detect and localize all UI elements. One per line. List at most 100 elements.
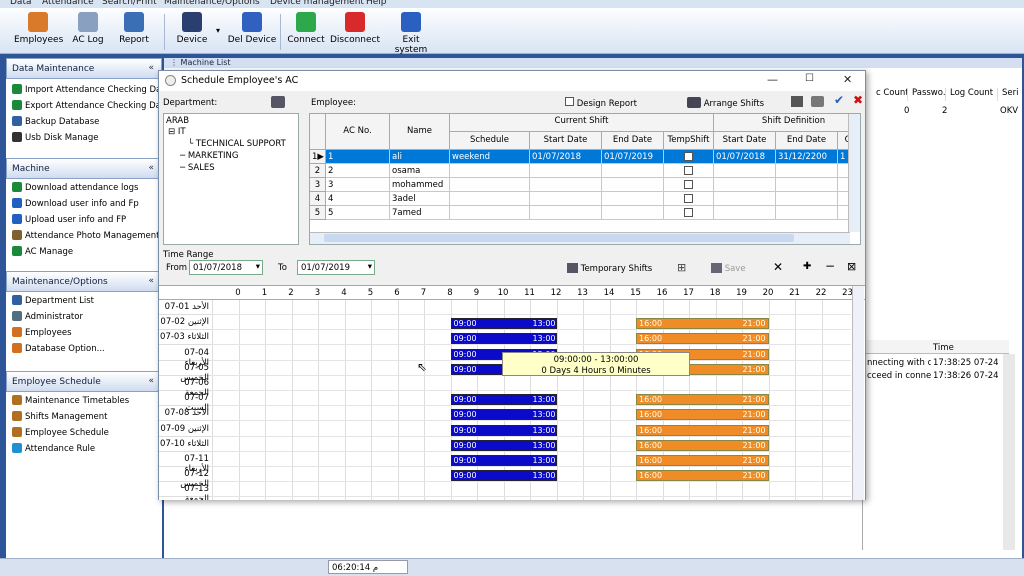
column-header[interactable]: End Date [776, 132, 838, 150]
log-list[interactable]: Timennecting with dev17:38:25 07-24cceed… [862, 340, 1018, 550]
shift-block-evening[interactable]: 16:00 21:00 [636, 394, 769, 406]
menu-device-management[interactable]: Device management [270, 0, 364, 7]
temp-shift-checkbox[interactable] [684, 208, 693, 217]
maximize-button[interactable]: ☐ [805, 73, 814, 84]
column-header[interactable]: End Date [602, 132, 664, 150]
column-header[interactable]: Start Date [530, 132, 602, 150]
tree-node-sales[interactable]: ─ SALES [180, 163, 215, 173]
section-machine[interactable]: Machine « [6, 158, 162, 179]
tab-machine-list[interactable]: ⋮ Machine List [164, 58, 1022, 68]
shift-block-evening[interactable]: 16:00 21:00 [636, 455, 769, 466]
table-cell[interactable]: mohammed [390, 178, 450, 192]
collapse-icon[interactable]: « [148, 163, 154, 173]
shift-block-evening[interactable]: 16:00 21:00 [636, 424, 769, 436]
row-marker[interactable]: 4 [310, 192, 326, 206]
remove-icon[interactable]: − [825, 259, 835, 273]
design-report-checkbox[interactable]: Design Report [565, 97, 637, 109]
shift-block-morning[interactable]: 09:00 13:00 [450, 470, 557, 482]
collapse-icon[interactable]: « [148, 63, 154, 73]
sidebar-item-upload-user-info-and-fp[interactable]: Upload user info and FP [12, 214, 126, 225]
report-button[interactable]: Report [116, 12, 152, 52]
from-date-picker[interactable]: 01/07/2018 ▾ [189, 260, 263, 275]
shift-block-evening[interactable]: 16:00 21:00 [636, 333, 769, 345]
sidebar-item-usb-disk-manage[interactable]: Usb Disk Manage [12, 132, 98, 143]
sidebar-item-database-option-[interactable]: Database Option... [12, 343, 105, 354]
menu-search-print[interactable]: Search/Print [102, 0, 157, 7]
shift-block-morning[interactable]: 09:00 13:00 [450, 318, 557, 330]
column-header[interactable]: Schedule [450, 132, 530, 150]
grid-header[interactable]: Seri [1000, 88, 1024, 101]
scrollbar[interactable] [1003, 354, 1015, 550]
sidebar-item-administrator[interactable]: Administrator [12, 311, 83, 322]
tree-node-arab[interactable]: ARAB [166, 116, 189, 126]
shift-block-morning[interactable]: 09:00 13:00 [450, 333, 557, 345]
employees-button[interactable]: Employees [14, 12, 63, 52]
sidebar-item-shifts-management[interactable]: Shifts Management [12, 411, 107, 422]
temporary-shifts-button[interactable]: Temporary Shifts [567, 263, 652, 274]
device-button[interactable]: Device [172, 12, 212, 52]
column-header[interactable]: TempShift [664, 132, 714, 150]
shift-block-morning[interactable]: 09:00 13:00 [450, 455, 557, 466]
shift-block-evening[interactable]: 16:00 21:00 [636, 470, 769, 482]
menu-attendance[interactable]: Attendance [42, 0, 94, 7]
schedule-calendar[interactable]: 0123456789101112131415161718192021222324… [159, 285, 865, 500]
save-button[interactable]: Save [711, 263, 746, 274]
vertical-scrollbar[interactable] [848, 114, 860, 232]
temp-shift-checkbox[interactable] [684, 180, 693, 189]
scroll-thumb[interactable] [324, 234, 794, 242]
column-header[interactable]: Name [390, 114, 450, 150]
tree-node-technical-support[interactable]: └ TECHNICAL SUPPORT [188, 139, 286, 149]
row-marker[interactable]: 3 [310, 178, 326, 192]
del-device-button[interactable]: Del Device [224, 12, 280, 52]
ac-log-button[interactable]: AC Log [68, 12, 108, 52]
sidebar-item-export-attendance-checking-data[interactable]: Export Attendance Checking Data [12, 100, 169, 111]
shift-block-morning[interactable]: 09:00 13:00 [450, 394, 557, 406]
grid-icon[interactable] [791, 96, 803, 107]
sidebar-item-attendance-photo-management[interactable]: Attendance Photo Management [12, 230, 160, 241]
clear-icon[interactable]: ⊠ [847, 260, 856, 273]
menu-help[interactable]: Help [366, 0, 387, 7]
chevron-down-icon[interactable]: ▾ [216, 26, 220, 35]
menu-data[interactable]: Data [10, 0, 32, 7]
vertical-scrollbar[interactable] [852, 286, 864, 500]
table-cell[interactable]: ali [390, 150, 450, 164]
section-employee-schedule[interactable]: Employee Schedule « [6, 371, 162, 392]
menu-maintenance-options[interactable]: Maintenance/Options [164, 0, 260, 7]
sidebar-item-maintenance-timetables[interactable]: Maintenance Timetables [12, 395, 129, 406]
sidebar-item-download-user-info-and-fp[interactable]: Download user info and Fp [12, 198, 139, 209]
department-tool-icon[interactable] [271, 96, 285, 108]
grid-header[interactable]: c Count [874, 88, 908, 101]
cancel-icon[interactable]: ✖ [853, 93, 863, 107]
temp-shift-checkbox[interactable] [684, 152, 693, 161]
row-marker[interactable]: 1▶ [310, 150, 326, 164]
sidebar-item-import-attendance-checking-data[interactable]: Import Attendance Checking Data [12, 84, 170, 95]
table-cell[interactable]: 3adel [390, 192, 450, 206]
tree-node-it[interactable]: ⊟ IT [168, 127, 186, 137]
temp-shift-checkbox[interactable] [684, 194, 693, 203]
grid-header[interactable]: Log Count [948, 88, 998, 101]
arrange-shifts-button[interactable]: Arrange Shifts [687, 97, 764, 109]
shift-block-morning[interactable]: 09:00 13:00 [450, 409, 557, 421]
minimize-button[interactable]: — [767, 73, 778, 86]
sidebar-item-department-list[interactable]: Department List [12, 295, 94, 306]
exit-system-button[interactable]: Exit system [386, 12, 436, 55]
shift-block-evening[interactable]: 16:00 21:00 [636, 409, 769, 421]
sidebar-item-employees[interactable]: Employees [12, 327, 72, 338]
section-maintenance-options[interactable]: Maintenance/Options « [6, 271, 162, 292]
row-marker[interactable]: 5 [310, 206, 326, 220]
shift-block-morning[interactable]: 09:00 13:00 [450, 424, 557, 436]
column-header[interactable]: Start Date [714, 132, 776, 150]
print-icon[interactable] [811, 96, 824, 107]
shift-block-evening[interactable]: 16:00 21:00 [636, 439, 769, 451]
shift-block-evening[interactable]: 16:00 21:00 [636, 318, 769, 330]
column-header[interactable]: AC No. [326, 114, 390, 150]
section-data-maintenance[interactable]: Data Maintenance « [6, 58, 162, 79]
row-marker[interactable]: 2 [310, 164, 326, 178]
employee-table[interactable]: Current Shift Shift Definition AC No. Name S… [309, 113, 861, 245]
sidebar-item-attendance-rule[interactable]: Attendance Rule [12, 443, 95, 454]
collapse-icon[interactable]: « [148, 376, 154, 386]
split-icon[interactable]: ⊞ [677, 261, 686, 274]
table-cell[interactable]: 5 [326, 206, 390, 220]
to-date-picker[interactable]: 01/07/2019 ▾ [297, 260, 375, 275]
connect-button[interactable]: Connect [286, 12, 326, 52]
